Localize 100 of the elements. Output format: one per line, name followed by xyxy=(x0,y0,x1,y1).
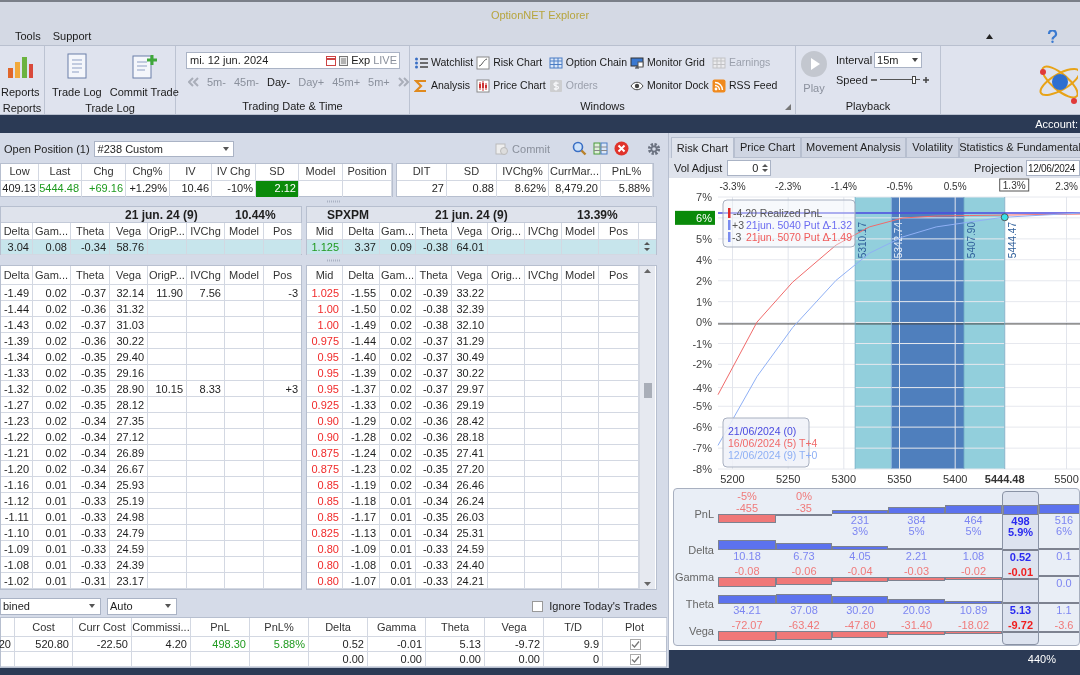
scroll-down-icon[interactable] xyxy=(644,582,651,587)
column-header[interactable]: Gam... xyxy=(380,266,416,285)
ribbon-button[interactable]: Monitor Grid xyxy=(630,53,709,73)
column-header[interactable]: Delta xyxy=(309,618,368,636)
ribbon-button[interactable]: Trade Log xyxy=(51,52,103,101)
column-header[interactable]: Theta xyxy=(416,266,452,285)
ribbon-button[interactable]: Reports xyxy=(0,52,41,101)
columns-icon[interactable] xyxy=(593,141,608,157)
column-header[interactable]: IV Chg xyxy=(212,163,256,180)
settings-icon[interactable] xyxy=(647,141,661,156)
column-header[interactable]: PnL% xyxy=(601,163,653,180)
close-icon[interactable] xyxy=(614,141,629,157)
column-header[interactable]: IVChg xyxy=(525,223,562,240)
help-icon[interactable] xyxy=(1047,30,1058,43)
checkbox[interactable] xyxy=(532,600,544,612)
group-dropdown[interactable]: bined xyxy=(0,597,101,615)
ribbon-button[interactable]: Commit Trade xyxy=(108,52,180,101)
column-header[interactable]: Model xyxy=(562,266,599,285)
step-button[interactable]: Day- xyxy=(267,74,291,91)
column-header[interactable]: Theta xyxy=(71,223,110,240)
menu-item[interactable]: Tools xyxy=(14,28,42,45)
column-header[interactable]: IV xyxy=(170,163,212,180)
tab[interactable]: Risk Chart xyxy=(671,137,734,158)
column-header[interactable]: Vega xyxy=(452,223,488,240)
column-header[interactable]: Position xyxy=(343,163,392,180)
ribbon-button[interactable]: Risk Chart xyxy=(476,53,546,73)
column-header[interactable]: Pos xyxy=(264,223,302,240)
column-header[interactable]: PnL% xyxy=(250,618,309,636)
column-header[interactable]: Delta xyxy=(343,223,380,240)
column-header[interactable]: Commissi... xyxy=(132,618,191,636)
ribbon-button[interactable]: Option Chain xyxy=(548,53,627,73)
position-dropdown[interactable]: #238 Custom xyxy=(93,140,234,157)
column-header[interactable]: DIT xyxy=(397,163,447,180)
speed-slider[interactable] xyxy=(879,75,920,84)
calendar-icon[interactable] xyxy=(326,55,337,66)
column-header[interactable]: Model xyxy=(225,223,264,240)
column-header[interactable]: Curr Cost xyxy=(73,618,132,636)
column-header[interactable]: Delta xyxy=(343,266,380,285)
minus-icon[interactable] xyxy=(870,76,877,83)
collapse-ribbon-icon[interactable] xyxy=(986,34,993,39)
search-icon[interactable] xyxy=(572,141,587,157)
column-header[interactable]: Theta xyxy=(426,618,485,636)
scrollbar-thumb[interactable] xyxy=(644,383,652,399)
mode-dropdown[interactable]: Auto xyxy=(107,597,177,615)
spin-arrows-icon[interactable] xyxy=(762,163,769,173)
column-header[interactable]: Orig... xyxy=(488,266,525,285)
column-header[interactable]: SD xyxy=(447,163,497,180)
column-header[interactable]: Model xyxy=(299,163,343,180)
column-header[interactable]: Vega xyxy=(485,618,544,636)
column-header[interactable]: Vega xyxy=(452,266,488,285)
column-header[interactable]: Vega xyxy=(110,266,148,285)
column-header[interactable]: Model xyxy=(562,223,599,240)
tab[interactable]: Movement Analysis xyxy=(801,137,906,158)
column-header[interactable]: IVChg xyxy=(187,266,225,285)
column-header[interactable]: Gamma xyxy=(368,618,426,636)
ribbon-button[interactable]: Analysis xyxy=(414,76,474,96)
column-header[interactable]: IVChg% xyxy=(497,163,549,180)
column-header[interactable]: Plot xyxy=(603,618,667,636)
ribbon-button[interactable]: Watchlist xyxy=(414,53,474,73)
column-header[interactable]: OrigP... xyxy=(148,266,187,285)
column-header[interactable]: IVChg xyxy=(525,266,562,285)
date-field[interactable]: mi. 12 jun. 2024 Exp LIVE xyxy=(186,52,400,69)
column-header[interactable]: Theta xyxy=(71,266,110,285)
column-header[interactable]: Delta xyxy=(1,266,33,285)
column-header[interactable]: Pos xyxy=(264,266,301,285)
column-header[interactable]: T/D xyxy=(544,618,603,636)
scroll-up-icon[interactable] xyxy=(644,269,651,274)
column-header[interactable]: Model xyxy=(225,266,264,285)
column-header[interactable]: Theta xyxy=(416,223,452,240)
projection-field[interactable]: 12/06/2024 xyxy=(1026,160,1080,176)
expiry-icon[interactable] xyxy=(339,55,349,66)
column-header[interactable]: SD xyxy=(256,163,299,180)
plus-icon[interactable] xyxy=(922,76,929,83)
column-header[interactable]: Cost xyxy=(15,618,73,636)
column-header[interactable]: Low xyxy=(1,163,39,180)
column-header[interactable]: Orig... xyxy=(488,223,525,240)
interval-dropdown[interactable]: 15m xyxy=(874,52,923,69)
column-header[interactable]: Chg xyxy=(82,163,126,180)
splitter-grip-icon[interactable] xyxy=(326,258,341,262)
menu-item[interactable]: Support xyxy=(51,28,93,45)
column-header[interactable]: CurrMar... xyxy=(549,163,601,180)
tab[interactable]: Volatility xyxy=(906,137,959,158)
column-header[interactable]: Pos xyxy=(599,223,639,240)
column-header[interactable]: PnL xyxy=(191,618,250,636)
checkbox[interactable] xyxy=(629,653,641,665)
column-header[interactable]: Last xyxy=(39,163,82,180)
scrollbar[interactable] xyxy=(639,266,655,590)
column-header[interactable]: Mid xyxy=(307,223,343,240)
tab[interactable]: Price Chart xyxy=(734,137,801,158)
ribbon-button[interactable]: Monitor Dock xyxy=(630,76,709,96)
splitter-grip-icon[interactable] xyxy=(326,200,341,204)
ribbon-button[interactable]: Price Chart xyxy=(476,76,546,96)
ribbon-button[interactable]: RSS Feed xyxy=(711,76,778,96)
column-header[interactable]: Gam... xyxy=(33,223,71,240)
vol-adjust-field[interactable]: 0 xyxy=(727,160,772,176)
column-header[interactable]: Gam... xyxy=(380,223,416,240)
tab[interactable]: Statistics & Fundamental xyxy=(959,137,1080,158)
column-header[interactable]: Vega xyxy=(110,223,148,240)
slider-thumb[interactable] xyxy=(911,75,916,84)
expiry-button[interactable]: Exp xyxy=(351,52,371,69)
